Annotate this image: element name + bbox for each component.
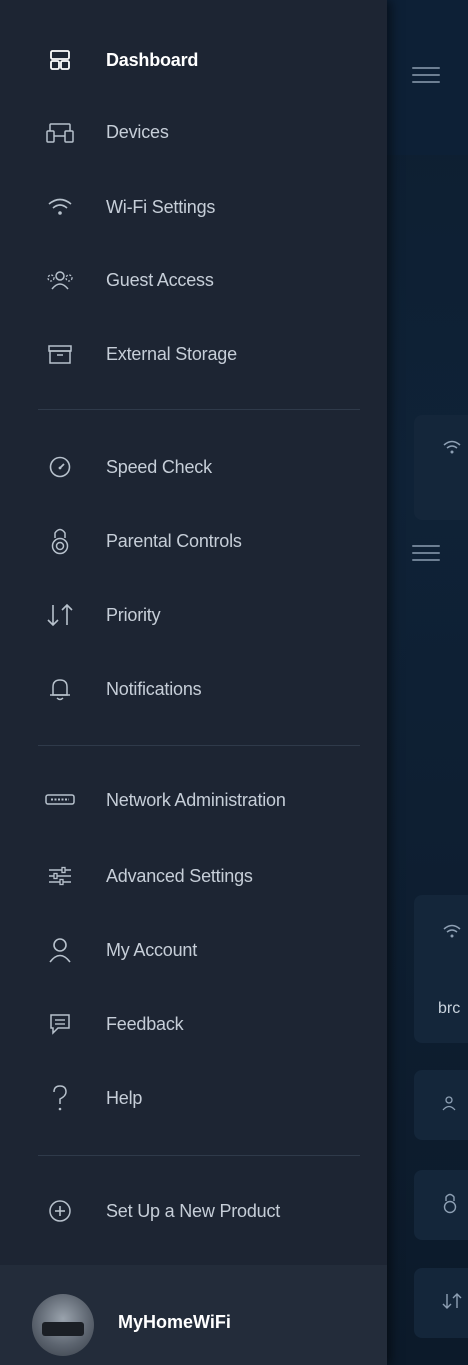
storage-icon (40, 334, 80, 374)
menu-item-label: Priority (106, 604, 161, 625)
dashboard-icon (40, 40, 80, 80)
menu-item-setup-new-product[interactable]: Set Up a New Product (0, 1181, 387, 1241)
chat-icon (40, 1004, 80, 1044)
question-icon (40, 1078, 80, 1118)
menu-item-label: Feedback (106, 1013, 184, 1034)
person-icon (40, 930, 80, 970)
parental-card[interactable] (414, 1170, 468, 1240)
network-footer[interactable]: MyHomeWiFi (0, 1265, 387, 1365)
bell-icon (40, 669, 80, 709)
menu-item-label: Devices (106, 121, 169, 142)
menu-item-label: Set Up a New Product (106, 1200, 281, 1221)
menu-item-guest-access[interactable]: Guest Access (0, 250, 387, 310)
priority-arrows-icon (40, 595, 80, 635)
guest-icon (442, 1094, 462, 1112)
network-card-text: brc (438, 1000, 461, 1017)
devices-icon (40, 112, 80, 152)
menu-item-dashboard[interactable]: Dashboard (0, 30, 387, 90)
menu-item-external-storage[interactable]: External Storage (0, 324, 387, 384)
speedometer-icon (40, 447, 80, 487)
network-card[interactable]: brc (414, 895, 468, 1043)
avatar (32, 1294, 94, 1356)
router-icon (40, 780, 80, 820)
menu-item-devices[interactable]: Devices (0, 102, 387, 162)
menu-item-label: Parental Controls (106, 530, 242, 551)
menu-icon-secondary[interactable] (412, 540, 440, 566)
router-image (42, 1322, 84, 1336)
lock-icon (442, 1192, 458, 1214)
menu-item-label: External Storage (106, 343, 237, 364)
menu-item-feedback[interactable]: Feedback (0, 994, 387, 1054)
menu-item-parental-controls[interactable]: Parental Controls (0, 511, 387, 571)
menu-item-label: Guest Access (106, 269, 214, 290)
menu-item-label: Wi-Fi Settings (106, 196, 216, 217)
guest-icon (40, 260, 80, 300)
menu-divider (38, 745, 360, 746)
menu-item-notifications[interactable]: Notifications (0, 659, 387, 719)
priority-card[interactable] (414, 1268, 468, 1338)
menu-item-wifi-settings[interactable]: Wi-Fi Settings (0, 177, 387, 237)
menu-item-label: Dashboard (106, 49, 199, 70)
navigation-drawer: Dashboard Devices Wi-Fi Settings Guest A… (0, 0, 387, 1365)
wifi-card[interactable] (414, 415, 468, 520)
menu-item-label: Speed Check (106, 456, 212, 477)
menu-divider (38, 409, 360, 410)
menu-item-label: My Account (106, 939, 198, 960)
menu-item-speed-check[interactable]: Speed Check (0, 437, 387, 497)
menu-item-advanced-settings[interactable]: Advanced Settings (0, 846, 387, 906)
menu-item-label: Notifications (106, 678, 202, 699)
plus-circle-icon (40, 1191, 80, 1231)
sliders-icon (40, 856, 80, 896)
menu-icon[interactable] (412, 62, 440, 88)
menu-item-label: Advanced Settings (106, 865, 253, 886)
menu-item-my-account[interactable]: My Account (0, 920, 387, 980)
menu-item-label: Help (106, 1087, 143, 1108)
priority-arrows-icon (442, 1292, 462, 1310)
menu-item-network-administration[interactable]: Network Administration (0, 770, 387, 830)
menu-item-label: Network Administration (106, 789, 286, 810)
wifi-icon (442, 923, 462, 939)
wifi-icon (40, 187, 80, 227)
wifi-icon (442, 439, 462, 455)
menu-divider (38, 1155, 360, 1156)
guest-card[interactable] (414, 1070, 468, 1140)
network-name: MyHomeWiFi (118, 1312, 231, 1332)
lock-icon (40, 521, 80, 561)
menu-item-help[interactable]: Help (0, 1068, 387, 1128)
menu-item-priority[interactable]: Priority (0, 585, 387, 645)
